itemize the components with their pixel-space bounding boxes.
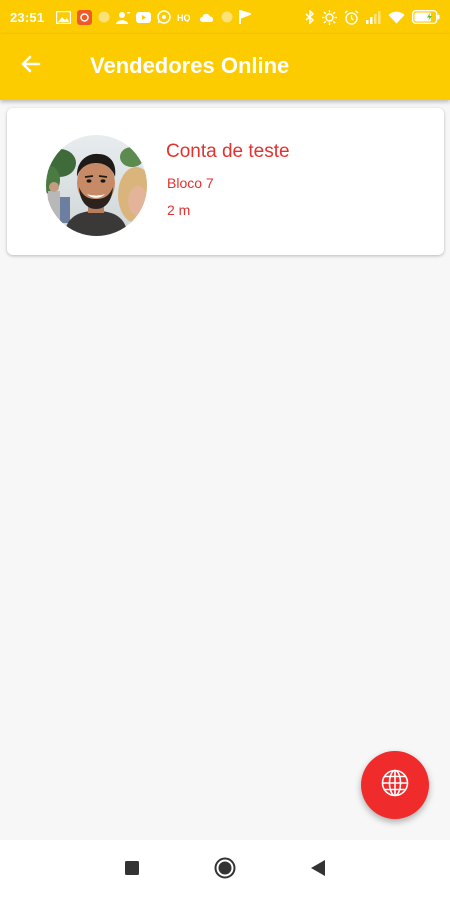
flag-notification-icon — [239, 10, 252, 24]
arrow-back-icon — [21, 54, 43, 81]
brightness-icon — [322, 9, 337, 25]
alarm-icon — [344, 9, 359, 25]
svg-text:HQ: HQ — [177, 13, 191, 22]
globe-fab-button[interactable] — [361, 751, 429, 819]
battery-icon — [412, 10, 440, 24]
dot-notification-icon-2 — [221, 11, 233, 23]
gallery-notification-icon — [56, 10, 72, 24]
seller-distance: 2 m — [167, 202, 191, 218]
contacts-notification-icon — [116, 11, 131, 24]
status-left-icons: 23:51 HQ — [10, 9, 252, 25]
app-bar: Vendedores Online — [0, 34, 450, 100]
home-circle-icon — [214, 857, 236, 884]
cloud-notification-icon — [199, 12, 215, 23]
home-button[interactable] — [195, 840, 255, 900]
status-right-icons — [305, 9, 440, 25]
whatsapp-notification-icon — [157, 10, 171, 24]
bluetooth-icon — [305, 10, 315, 24]
page-title: Vendedores Online — [90, 53, 290, 78]
seller-location: Bloco 7 — [167, 175, 214, 191]
avatar — [46, 135, 147, 236]
system-nav-bar — [0, 840, 450, 900]
app-notification-icon — [77, 9, 93, 25]
back-triangle-icon — [311, 859, 325, 881]
status-time: 23:51 — [10, 9, 45, 25]
signal-icon — [366, 10, 381, 24]
recents-square-icon — [125, 860, 139, 880]
youtube-notification-icon — [136, 11, 152, 23]
seller-name: Conta de teste — [166, 141, 290, 162]
seller-list[interactable]: Conta de teste Bloco 7 2 m — [0, 100, 450, 840]
dot-notification-icon — [98, 11, 110, 23]
globe-icon — [380, 768, 410, 803]
hq-notification-icon: HQ — [177, 12, 193, 22]
recents-button[interactable] — [102, 840, 162, 900]
seller-card[interactable]: Conta de teste Bloco 7 2 m — [7, 108, 444, 255]
back-nav-button[interactable] — [288, 840, 348, 900]
back-button[interactable] — [0, 34, 72, 100]
status-bar: 23:51 HQ — [0, 0, 450, 34]
wifi-icon — [388, 11, 405, 24]
